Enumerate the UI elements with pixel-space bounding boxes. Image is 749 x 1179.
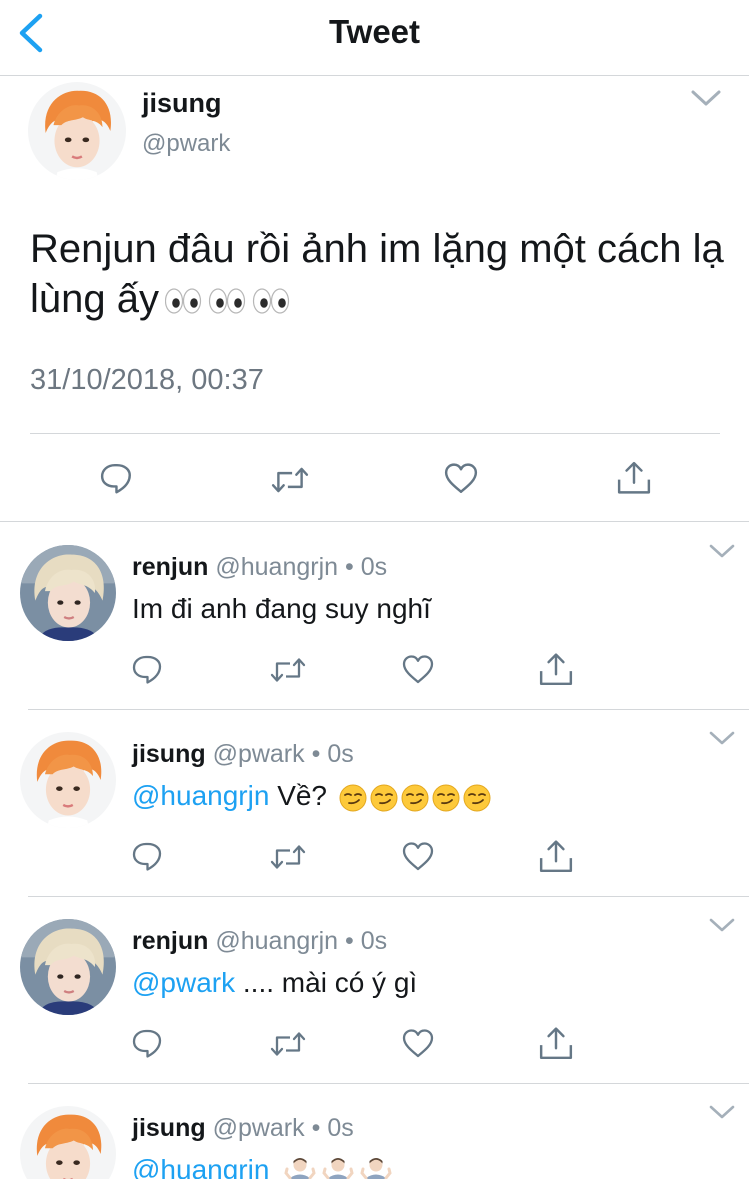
author-name[interactable]: jisung [132, 740, 206, 768]
reply-header: jisung @pwark • 0s [132, 1114, 354, 1143]
reply-header: renjun @huangrjn • 0s [132, 553, 387, 582]
reply-text: @huangrjn Về? [132, 780, 495, 813]
reply-text: @huangrjn [132, 1154, 393, 1179]
divider [30, 433, 720, 434]
chevron-down-icon[interactable] [708, 1104, 736, 1120]
nav-bar: Tweet [0, 0, 749, 76]
avatar[interactable] [28, 82, 126, 180]
separator-dot: • [345, 927, 354, 955]
separator-dot: • [311, 1114, 321, 1142]
reply-icon[interactable] [132, 1028, 164, 1060]
reply-time: 0s [360, 553, 388, 581]
reply-text-content: Im đi anh đang suy nghĩ [132, 593, 431, 624]
heart-icon[interactable] [402, 841, 434, 873]
author-handle[interactable]: @pwark [213, 1114, 305, 1142]
reply-icon[interactable] [132, 841, 164, 873]
smirking-face-emoji-icon [338, 783, 491, 812]
reply-time: 0s [327, 740, 354, 768]
tweet-text-content: Renjun đâu rồi ảnh im lặng một cách lạ l… [30, 227, 724, 321]
reply-tweet[interactable]: renjun @huangrjn • 0s @pwark .... mài có… [0, 897, 749, 1084]
author-name[interactable]: renjun [132, 553, 208, 581]
mention-link[interactable]: @pwark [132, 967, 235, 998]
main-tweet: jisung @pwark Renjun đâu rồi ảnh im lặng… [0, 76, 749, 522]
reply-time: 0s [360, 927, 388, 955]
avatar[interactable] [20, 732, 116, 828]
tweet-timestamp: 31/10/2018, 00:37 [30, 364, 264, 396]
reply-text: Im đi anh đang suy nghĩ [132, 593, 431, 625]
share-icon[interactable] [539, 652, 573, 687]
reply-tweet[interactable]: jisung @pwark • 0s @huangrjn Về? [0, 710, 749, 897]
reply-tweet[interactable]: jisung @pwark • 0s @huangrjn [0, 1084, 749, 1179]
reply-header: jisung @pwark • 0s [132, 740, 354, 769]
retweet-icon[interactable] [270, 1028, 306, 1060]
reply-icon[interactable] [100, 462, 134, 496]
share-icon[interactable] [539, 1026, 573, 1061]
separator-dot: • [311, 740, 321, 768]
retweet-icon[interactable] [270, 654, 306, 686]
author-handle[interactable]: @pwark [213, 740, 305, 768]
reply-header: renjun @huangrjn • 0s [132, 927, 387, 956]
chevron-down-icon[interactable] [690, 88, 722, 108]
retweet-icon[interactable] [271, 463, 309, 497]
heart-icon[interactable] [444, 462, 478, 496]
avatar[interactable] [20, 545, 116, 641]
author-name[interactable]: renjun [132, 927, 208, 955]
reply-text: @pwark .... mài có ý gì [132, 967, 417, 999]
heart-icon[interactable] [402, 1028, 434, 1060]
author-name[interactable]: jisung [132, 1114, 206, 1142]
avatar[interactable] [20, 1106, 116, 1179]
heart-icon[interactable] [402, 654, 434, 686]
retweet-icon[interactable] [270, 841, 306, 873]
chevron-down-icon[interactable] [708, 543, 736, 559]
chevron-down-icon[interactable] [708, 917, 736, 933]
chevron-down-icon[interactable] [708, 730, 736, 746]
author-handle[interactable]: @pwark [142, 130, 230, 158]
eyes-emoji-icon [164, 288, 290, 315]
share-icon[interactable] [617, 460, 651, 496]
tweet-text: Renjun đâu rồi ảnh im lặng một cách lạ l… [30, 224, 742, 324]
page-title: Tweet [328, 13, 421, 50]
avatar[interactable] [20, 919, 116, 1015]
mention-link[interactable]: @huangrjn [132, 780, 269, 811]
mention-link[interactable]: @huangrjn [132, 1154, 269, 1179]
author-handle[interactable]: @huangrjn [215, 927, 338, 955]
reply-time: 0s [327, 1114, 354, 1142]
author-handle[interactable]: @huangrjn [215, 553, 338, 581]
share-icon[interactable] [539, 839, 573, 874]
separator-dot: • [345, 553, 354, 581]
reply-icon[interactable] [132, 654, 164, 686]
reply-text-content: Về? [277, 780, 328, 811]
author-name[interactable]: jisung [142, 88, 222, 119]
reply-text-content: .... mài có ý gì [242, 967, 418, 998]
man-shrugging-emoji-icon [284, 1156, 392, 1179]
reply-tweet[interactable]: renjun @huangrjn • 0s Im đi anh đang suy… [0, 523, 749, 710]
